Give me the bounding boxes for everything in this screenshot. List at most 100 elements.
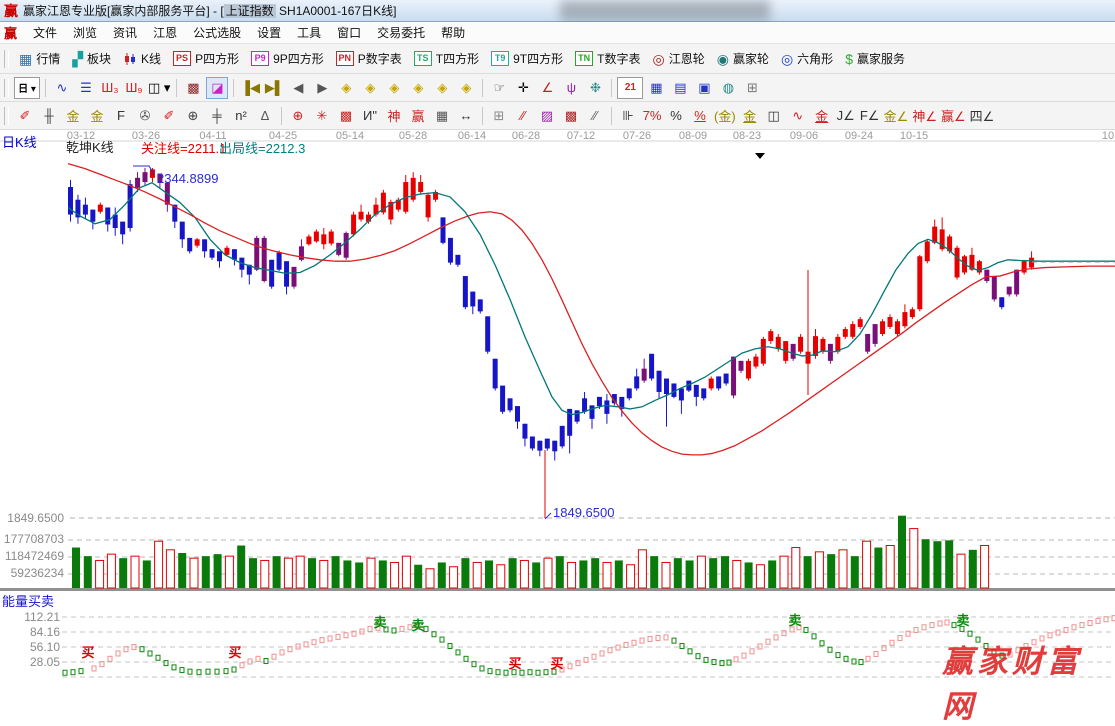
winner-service-button[interactable]: $赢家服务 <box>839 48 911 69</box>
menu-item-窗口[interactable]: 窗口 <box>329 24 369 42</box>
diamond-all-icon[interactable]: ◈ <box>455 77 477 99</box>
next-button[interactable]: ▶ <box>311 77 333 99</box>
app-logo-icon: 赢 <box>4 1 18 21</box>
menu-item-浏览[interactable]: 浏览 <box>65 24 105 42</box>
ying-grid-icon[interactable]: 赢 <box>407 105 429 127</box>
fan-red-icon[interactable]: ∕∕ <box>512 105 534 127</box>
bars-tool-icon[interactable]: ⊪ <box>617 105 639 127</box>
fan-box-icon[interactable]: ▨ <box>536 105 558 127</box>
ih-tool-icon[interactable]: И" <box>359 105 381 127</box>
gold-angle-icon[interactable]: 金∠ <box>883 105 910 127</box>
sectors-button[interactable]: ▞板块 <box>66 48 117 69</box>
chart9-icon[interactable]: Ш₉ <box>123 77 145 99</box>
gold-lines-icon[interactable]: 金 <box>739 105 761 127</box>
f-grid-icon[interactable]: F <box>110 105 132 127</box>
si-angle-icon[interactable]: 四∠ <box>969 105 996 127</box>
menu-item-文件[interactable]: 文件 <box>25 24 65 42</box>
hexagon-button[interactable]: ◎六角形 <box>775 48 839 69</box>
diamond-left-icon[interactable]: ◈ <box>335 77 357 99</box>
notes-icon[interactable]: ▤ <box>669 77 691 99</box>
period-label[interactable]: 日K线 <box>2 132 37 151</box>
winner-wheel-button[interactable]: ◉赢家轮 <box>711 48 775 69</box>
calendar-icon[interactable]: 21 <box>617 77 643 99</box>
candle-knife-icon[interactable]: ◫ <box>763 105 785 127</box>
prev-button[interactable]: ◀ <box>287 77 309 99</box>
order-cart-icon-glyph: ⊞ <box>747 80 758 96</box>
chart3-icon[interactable]: Ш₃ <box>99 77 121 99</box>
web-box2-icon[interactable]: ▩ <box>560 105 582 127</box>
quote-list-icon[interactable]: ☰ <box>75 77 97 99</box>
gold-underline-icon[interactable]: 金 <box>811 105 833 127</box>
pan-hand-icon[interactable]: ☞ <box>488 77 510 99</box>
menu-item-工具[interactable]: 工具 <box>289 24 329 42</box>
gann-circle-icon[interactable]: ⊕ <box>287 105 309 127</box>
span-arrows-icon[interactable]: ↔ <box>455 105 477 127</box>
p9-square-button[interactable]: P99P四方形 <box>245 48 330 69</box>
triangle-icon[interactable]: ∆ <box>254 105 276 127</box>
knife-icon[interactable]: ✐ <box>158 105 180 127</box>
angle-measure-icon[interactable]: ∠ <box>536 77 558 99</box>
quotes-button[interactable]: ▦行情 <box>13 48 66 69</box>
menu-item-帮助[interactable]: 帮助 <box>433 24 473 42</box>
toolbar-separator <box>281 107 282 125</box>
percent-icon[interactable]: % <box>665 105 687 127</box>
p-table-button[interactable]: PNP数字表 <box>330 48 408 69</box>
shen-angle-icon[interactable]: 神∠ <box>911 105 938 127</box>
menu-item-资讯[interactable]: 资讯 <box>105 24 145 42</box>
t-square-button[interactable]: TST四方形 <box>408 48 485 69</box>
diamond-out-icon[interactable]: ◈ <box>431 77 453 99</box>
t9-square-button[interactable]: T99T四方形 <box>485 48 569 69</box>
web-box-icon[interactable]: ▩ <box>335 105 357 127</box>
web-tool-icon[interactable]: ❉ <box>584 77 606 99</box>
ying-angle-icon[interactable]: 赢∠ <box>940 105 967 127</box>
pan-hand-icon-glyph: ☞ <box>494 80 506 96</box>
star-web-icon[interactable]: ✳ <box>311 105 333 127</box>
last-button[interactable]: ▶▌ <box>263 77 285 99</box>
diamond-right-icon[interactable]: ◈ <box>359 77 381 99</box>
chart-canvas[interactable]: 买买买买卖卖卖卖 <box>0 130 1115 685</box>
gold-grid2-icon[interactable]: 金 <box>86 105 108 127</box>
menu-item-设置[interactable]: 设置 <box>249 24 289 42</box>
seven-pct-icon[interactable]: 7% <box>641 105 663 127</box>
menu-item-江恩[interactable]: 江恩 <box>145 24 185 42</box>
menu-item-交易委托[interactable]: 交易委托 <box>369 24 433 42</box>
trend-icon[interactable]: ∿ <box>51 77 73 99</box>
p-square-button[interactable]: PSP四方形 <box>167 48 245 69</box>
calculator-icon[interactable]: ▦ <box>645 77 667 99</box>
t-table-button[interactable]: TNT数字表 <box>569 48 646 69</box>
indicator-title[interactable]: 能量买卖 <box>2 591 54 610</box>
chart9-icon-glyph: Ш₉ <box>125 80 142 95</box>
gold-circle-icon[interactable]: (金) <box>713 105 737 127</box>
order-cart-icon[interactable]: ⊞ <box>741 77 763 99</box>
gold-underline-icon-glyph: 金 <box>815 106 828 125</box>
ruler2-icon[interactable]: ╪ <box>206 105 228 127</box>
menu-item-公式选股[interactable]: 公式选股 <box>185 24 249 42</box>
diamond-in-icon[interactable]: ◈ <box>407 77 429 99</box>
pattern-icon[interactable]: ▩ <box>182 77 204 99</box>
period-selector[interactable]: 日 ▾ <box>14 77 40 99</box>
number-grid-icon[interactable]: ▦ <box>431 105 453 127</box>
wave-red-icon[interactable]: ∿ <box>787 105 809 127</box>
gann-wheel-button[interactable]: ◎江恩轮 <box>646 48 710 69</box>
j-angle-icon[interactable]: J∠ <box>835 105 857 127</box>
save-icon[interactable]: ▣ <box>693 77 715 99</box>
candle-style-selector[interactable]: ◫ ▾ <box>147 77 171 99</box>
box-tool-icon[interactable]: ⊞ <box>488 105 510 127</box>
shen-grid-icon[interactable]: 神 <box>383 105 405 127</box>
spiral-icon[interactable]: ✇ <box>134 105 156 127</box>
ruler-icon[interactable]: ╫ <box>38 105 60 127</box>
pen-icon[interactable]: ✐ <box>14 105 36 127</box>
f-angle-icon[interactable]: F∠ <box>859 105 881 127</box>
first-button[interactable]: ▐◀ <box>239 77 261 99</box>
percent-red-icon[interactable]: % <box>689 105 711 127</box>
web-share-icon[interactable]: ◍ <box>717 77 739 99</box>
kline-button[interactable]: K线 <box>117 48 167 69</box>
crosshair-icon[interactable]: ✛ <box>512 77 534 99</box>
gold-grid-icon[interactable]: 金 <box>62 105 84 127</box>
compass-icon[interactable]: ⊕ <box>182 105 204 127</box>
fork-tool-icon[interactable]: ψ <box>560 77 582 99</box>
fan-lines-icon[interactable]: ∕∕ <box>584 105 606 127</box>
color-sort-icon[interactable]: ◪ <box>206 77 228 99</box>
diamond-both-icon[interactable]: ◈ <box>383 77 405 99</box>
n2-icon[interactable]: n² <box>230 105 252 127</box>
